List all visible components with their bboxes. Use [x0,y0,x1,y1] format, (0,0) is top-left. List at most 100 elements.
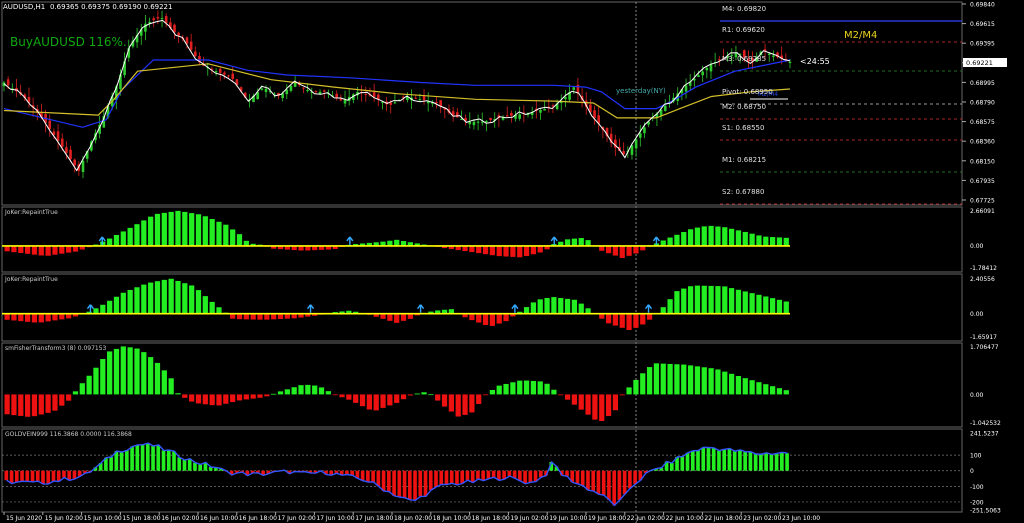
histogram-bar [551,389,557,395]
chart-background [0,0,1024,523]
histogram-bar [523,470,527,484]
histogram-bar [769,386,776,395]
histogram-bar [439,470,444,485]
histogram-bar [469,394,475,413]
histogram-bar [4,394,10,415]
histogram-bar [20,470,24,482]
histogram-bar [113,296,120,314]
histogram-bar [465,470,470,481]
histogram-bar [413,470,417,501]
histogram-bar [25,313,31,322]
histogram-bar [193,462,197,471]
fisher-axis-zero: 0.00 [970,392,984,399]
histogram-bar [381,470,386,492]
histogram-bar [728,288,735,314]
candle-body [634,139,638,149]
histogram-bar [134,224,140,246]
candle-body [709,64,713,72]
time-tick-label: 15 Jun 18:00 [122,515,160,522]
histogram-bar [93,308,99,314]
histogram-bar [156,444,161,471]
joker-1-axis-max: 2.66091 [970,208,995,215]
histogram-bar [387,313,393,321]
histogram-bar [387,470,391,492]
histogram-bar [748,451,753,471]
histogram-bar [119,452,124,471]
time-tick-label: 22 Jun 02:00 [627,515,665,522]
histogram-bar [414,393,420,395]
candle-body [472,121,476,126]
histogram-bar [749,233,755,246]
histogram-bar [537,245,543,253]
histogram-bar [18,313,24,322]
histogram-bar [503,245,509,257]
histogram-bar [769,454,774,471]
histogram-bar [366,394,372,410]
histogram-bar [482,394,489,396]
histogram-bar [100,304,106,314]
pivot-level-label: M4: 0.69820 [722,5,766,13]
histogram-bar [25,470,30,482]
histogram-bar [660,363,666,395]
histogram-bar [599,394,605,422]
histogram-bar [617,470,622,500]
ohlc-readout: 0.69365 0.69375 0.69190 0.69221 [50,3,172,11]
histogram-bar [564,394,571,400]
price-tick-label: 0.67935 [970,178,995,185]
candle-body [767,53,771,56]
histogram-bar [353,394,359,403]
histogram-bar [640,373,646,395]
histogram-bar [619,313,625,328]
time-tick-label: 23 Jun 10:00 [782,515,820,522]
histogram-bar [243,313,249,320]
histogram-bar [46,470,51,484]
histogram-bar [59,313,65,320]
histogram-bar [619,394,625,396]
histogram-bar [418,470,423,497]
histogram-bar [161,212,167,246]
histogram-bar [93,367,99,395]
histogram-bar [742,378,748,395]
histogram-bar [481,470,485,481]
candle-body [60,138,64,147]
histogram-bar [392,470,396,496]
histogram-bar [503,313,509,322]
histogram-bar [674,234,680,246]
histogram-bar [783,301,789,314]
histogram-bar [580,470,585,486]
histogram-bar [681,288,687,314]
histogram-bar [41,470,45,485]
histogram-bar [271,313,277,320]
histogram-bar [640,313,646,325]
candle-body [630,145,634,155]
candle-body [56,131,60,141]
histogram-bar [626,387,632,395]
histogram-bar [763,236,769,246]
candle-body [65,147,68,153]
histogram-bar [722,371,728,395]
histogram-bar [120,231,126,246]
histogram-bar [653,363,660,395]
histogram-bar [45,245,51,256]
histogram-bar [626,313,632,331]
price-tick-label: 0.69840 [970,2,995,9]
histogram-bar [482,313,489,325]
joker-pane-2-label: JoKer:RepaintTrue [4,276,58,283]
histogram-bar [601,470,606,496]
price-tick-label: 0.69615 [970,21,995,28]
bar-countdown: <24:55 [800,57,830,66]
histogram-bar [622,470,627,495]
histogram-bar [305,384,311,395]
histogram-bar [607,470,611,500]
histogram-bar [134,348,140,395]
histogram-bar [722,449,727,471]
histogram-bar [168,278,174,314]
histogram-bar [31,313,38,323]
histogram-bar [605,245,612,254]
histogram-bar [360,470,365,481]
histogram-bar [366,470,370,483]
histogram-bar [400,313,407,321]
histogram-bar [236,313,243,320]
candle-body [435,102,438,104]
candle-body [543,109,546,111]
